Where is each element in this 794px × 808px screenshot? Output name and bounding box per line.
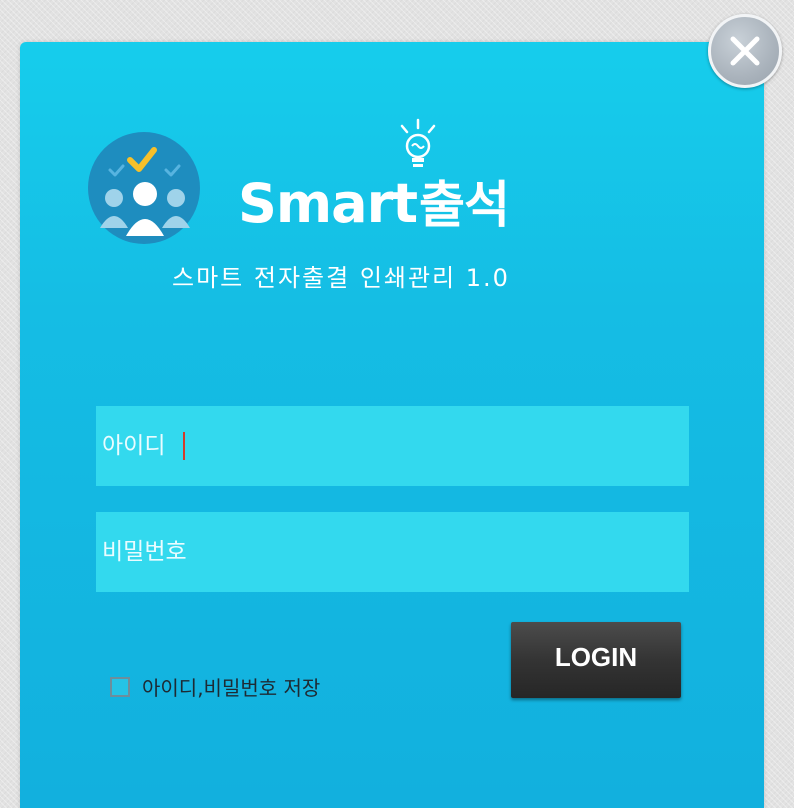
brand-title: Smart출석 (238, 172, 510, 235)
password-input[interactable] (100, 511, 689, 593)
lightbulb-icon (400, 118, 436, 167)
app-subtitle: 스마트 전자출결 인쇄관리 1.0 (172, 264, 510, 292)
login-button[interactable]: LOGIN (511, 622, 681, 698)
people-check-icon (88, 132, 200, 244)
close-icon (730, 36, 760, 66)
id-input[interactable] (100, 405, 689, 487)
save-credentials-label[interactable]: 아이디,비밀번호 저장 (142, 672, 320, 701)
password-field[interactable] (96, 511, 689, 593)
brand-name-en: Smart (238, 172, 418, 235)
brand-name-ko: 출석 (419, 176, 510, 234)
text-caret (183, 432, 185, 460)
save-credentials-row[interactable]: 아이디,비밀번호 저장 (110, 672, 320, 701)
close-button[interactable] (708, 14, 782, 88)
save-credentials-checkbox[interactable] (110, 676, 130, 697)
